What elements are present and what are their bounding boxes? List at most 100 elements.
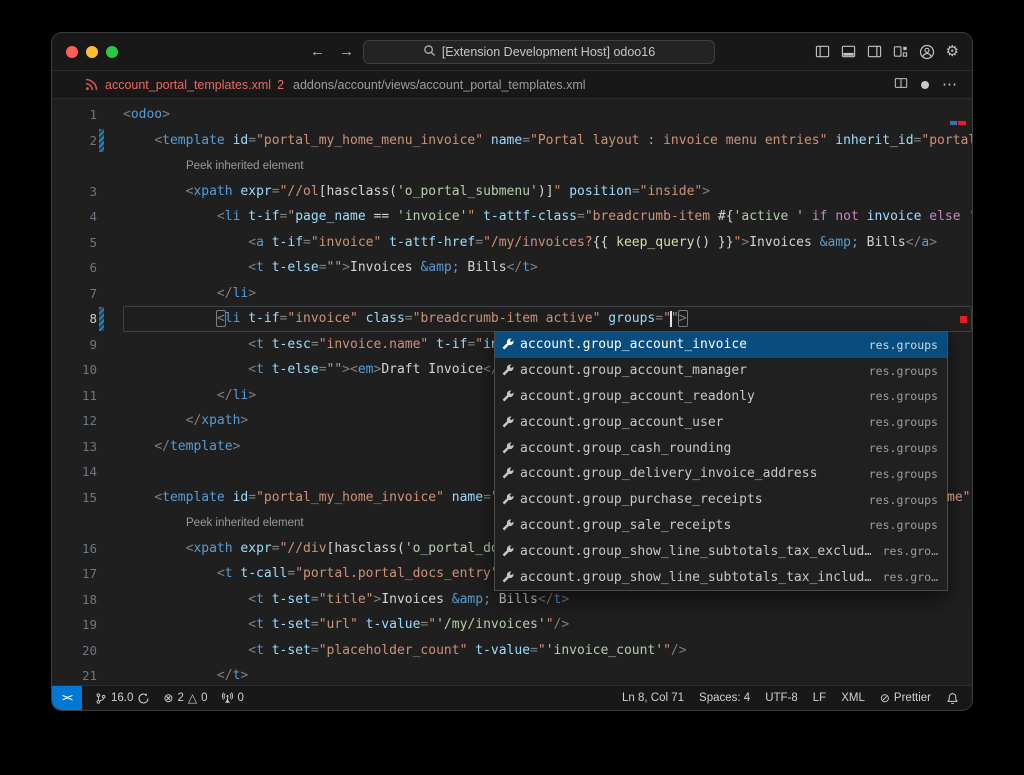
wrench-icon bbox=[499, 569, 515, 585]
line-number: 3 bbox=[52, 179, 97, 205]
editor-tab-row: account_portal_templates.xml 2 addons/ac… bbox=[52, 71, 972, 99]
codelens-link[interactable]: Peek inherited element bbox=[186, 517, 304, 529]
split-editor-icon[interactable] bbox=[894, 76, 908, 93]
titlebar-actions: ⚙ bbox=[815, 33, 959, 70]
suggest-item-detail: res.gro… bbox=[883, 544, 938, 558]
suggest-item[interactable]: account.group_account_readonly res.groups bbox=[495, 384, 947, 410]
suggest-item[interactable]: account.group_account_userres.groups bbox=[495, 409, 947, 435]
errors-icon: ⊗ bbox=[163, 692, 173, 704]
line-number: 9 bbox=[52, 332, 97, 358]
suggest-item[interactable]: account.group_sale_receipts res.groups bbox=[495, 513, 947, 539]
warnings-icon: △ bbox=[188, 692, 197, 704]
autocomplete-dropdown: account.group_account_invoiceres.groupsa… bbox=[494, 331, 948, 591]
suggest-item[interactable]: account.group_show_line_subtotals_tax_ex… bbox=[495, 538, 947, 564]
suggest-item-label: account.group_account_invoice bbox=[520, 337, 857, 352]
command-center[interactable]: [Extension Development Host] odoo16 bbox=[363, 40, 715, 64]
line-number: 7 bbox=[52, 281, 97, 307]
code-line: 7 </li> bbox=[52, 281, 972, 307]
status-bar: >< 16.0 ⊗ 2 △ 0 0 Ln 8, Col 71 Spaces: 4 bbox=[52, 685, 972, 710]
modified-line-gutter-indicator bbox=[99, 129, 104, 153]
status-bar-right: Ln 8, Col 71 Spaces: 4 UTF-8 LF XML ⊘ Pr… bbox=[622, 692, 972, 705]
code-line: 3 <xpath expr="//ol[hasclass('o_portal_s… bbox=[52, 179, 972, 205]
line-number: 8 bbox=[52, 306, 97, 332]
language-mode[interactable]: XML bbox=[841, 692, 865, 704]
suggest-item[interactable]: account.group_account_invoice res.groups bbox=[495, 332, 947, 358]
unsaved-changes-dot[interactable] bbox=[921, 81, 929, 89]
wrench-icon bbox=[499, 492, 515, 508]
file-path: addons/account/views/account_portal_temp… bbox=[293, 78, 586, 92]
modified-line-gutter-indicator bbox=[99, 307, 104, 331]
close-button[interactable] bbox=[66, 46, 78, 58]
git-branch-indicator[interactable]: 16.0 bbox=[95, 692, 150, 705]
slash-circle-icon: ⊘ bbox=[880, 692, 890, 704]
cursor-position[interactable]: Ln 8, Col 71 bbox=[622, 692, 684, 704]
customize-layout-icon[interactable] bbox=[893, 44, 908, 59]
suggest-item[interactable]: account.group_cash_roundingres.groups bbox=[495, 435, 947, 461]
suggest-item[interactable]: account.group_show_line_subtotals_tax_in… bbox=[495, 564, 947, 590]
suggest-item-label: account.group_purchase_receipts bbox=[520, 492, 857, 507]
titlebar: ← → [Extension Development Host] odoo16 bbox=[52, 33, 972, 71]
wrench-icon bbox=[499, 543, 515, 559]
suggest-item-label: account.group_account_user bbox=[520, 415, 857, 430]
suggest-item-label: account.group_account_readonly bbox=[520, 389, 857, 404]
line-number: 16 bbox=[52, 536, 97, 562]
command-center-label: [Extension Development Host] odoo16 bbox=[442, 45, 655, 59]
suggest-item-detail: res.groups bbox=[869, 389, 938, 403]
editor-actions: ⋯ bbox=[894, 71, 958, 98]
code-editor[interactable]: 1<odoo>2 <template id="portal_my_home_me… bbox=[52, 99, 972, 687]
toggle-sidebar-icon[interactable] bbox=[815, 44, 830, 59]
wrench-icon bbox=[499, 388, 515, 404]
code-line: 5 <a t-if="invoice" t-attf-href="/my/inv… bbox=[52, 230, 972, 256]
more-actions-icon[interactable]: ⋯ bbox=[942, 80, 958, 90]
code-line: 2 <template id="portal_my_home_menu_invo… bbox=[52, 128, 972, 154]
minimize-button[interactable] bbox=[86, 46, 98, 58]
suggest-item[interactable]: account.group_delivery_invoice_addressre… bbox=[495, 461, 947, 487]
eol-sequence[interactable]: LF bbox=[813, 692, 826, 704]
remote-indicator[interactable]: >< bbox=[52, 686, 82, 710]
notifications-bell-icon[interactable] bbox=[946, 692, 959, 705]
toggle-panel-icon[interactable] bbox=[841, 44, 856, 59]
suggest-item[interactable]: account.group_account_managerres.groups bbox=[495, 358, 947, 384]
suggest-item-label: account.group_show_line_subtotals_tax_ex… bbox=[520, 544, 871, 559]
ports-indicator[interactable]: 0 bbox=[221, 692, 244, 705]
suggest-item-detail: res.gro… bbox=[883, 570, 938, 584]
account-icon[interactable] bbox=[919, 44, 935, 60]
settings-gear-icon[interactable]: ⚙ bbox=[946, 44, 959, 59]
suggest-item[interactable]: account.group_purchase_receiptsres.group… bbox=[495, 487, 947, 513]
toggle-secondary-sidebar-icon[interactable] bbox=[867, 44, 882, 59]
encoding[interactable]: UTF-8 bbox=[765, 692, 798, 704]
suggest-item-detail: res.groups bbox=[869, 518, 938, 532]
suggest-item-label: account.group_sale_receipts bbox=[520, 518, 857, 533]
line-number: 13 bbox=[52, 434, 97, 460]
problems-indicator[interactable]: ⊗ 2 △ 0 bbox=[163, 692, 207, 704]
line-number: 5 bbox=[52, 230, 97, 256]
line-number: 11 bbox=[52, 383, 97, 409]
wrench-icon bbox=[499, 363, 515, 379]
line-number: 4 bbox=[52, 204, 97, 230]
history-navigation: ← → bbox=[310, 33, 354, 70]
file-problems-badge: 2 bbox=[277, 78, 284, 92]
suggest-item-detail: res.groups bbox=[869, 441, 938, 455]
line-number: 12 bbox=[52, 408, 97, 434]
xml-file-icon bbox=[85, 78, 98, 91]
suggest-item-detail: res.groups bbox=[869, 338, 938, 352]
code-line: 21 </t> bbox=[52, 663, 972, 687]
formatter-indicator[interactable]: ⊘ Prettier bbox=[880, 692, 931, 704]
radio-tower-icon bbox=[221, 692, 234, 705]
forward-icon[interactable]: → bbox=[339, 43, 354, 60]
back-icon[interactable]: ← bbox=[310, 43, 325, 60]
wrench-icon bbox=[499, 337, 515, 353]
suggest-item-label: account.group_show_line_subtotals_tax_in… bbox=[520, 570, 871, 585]
indentation[interactable]: Spaces: 4 bbox=[699, 692, 750, 704]
line-number: 21 bbox=[52, 663, 97, 687]
line-number: 10 bbox=[52, 357, 97, 383]
zoom-button[interactable] bbox=[106, 46, 118, 58]
line-number: 1 bbox=[52, 102, 97, 128]
wrench-icon bbox=[499, 517, 515, 533]
overview-ruler-error-mark-top bbox=[958, 121, 966, 125]
active-file-name[interactable]: account_portal_templates.xml bbox=[105, 78, 271, 92]
codelens-link[interactable]: Peek inherited element bbox=[186, 160, 304, 172]
wrench-icon bbox=[499, 414, 515, 430]
suggest-item-label: account.group_delivery_invoice_address bbox=[520, 466, 857, 481]
wrench-icon bbox=[499, 466, 515, 482]
